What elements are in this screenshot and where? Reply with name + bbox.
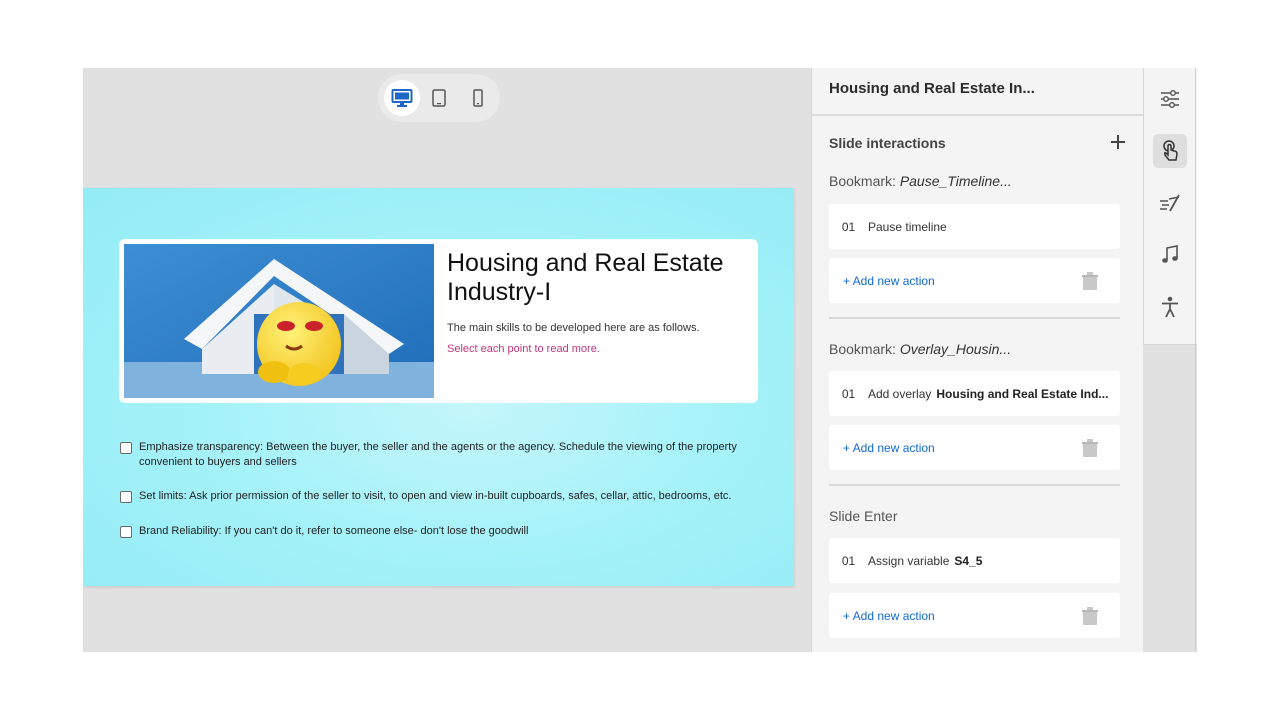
- checklist-item[interactable]: Set limits: Ask prior permission of the …: [120, 489, 760, 504]
- audio-button[interactable]: [1153, 238, 1187, 272]
- section-title: Slide interactions: [829, 135, 946, 151]
- add-new-action-link[interactable]: + Add new action: [843, 274, 935, 288]
- checklist-text: Set limits: Ask prior permission of the …: [139, 490, 732, 502]
- action-row[interactable]: 01 Pause timeline: [829, 204, 1120, 249]
- interactions-touch-icon: [1163, 140, 1178, 161]
- action-number: 01: [841, 219, 856, 234]
- checklist-item[interactable]: Brand Reliability: If you can't do it, r…: [120, 524, 760, 539]
- divider: [829, 484, 1120, 486]
- checkbox[interactable]: [120, 526, 132, 538]
- desktop-view-button[interactable]: [384, 80, 420, 116]
- bookmark-label: Bookmark: Overlay_Housin...: [829, 341, 1012, 357]
- add-action-row[interactable]: + Add new action: [829, 258, 1120, 303]
- checklist-item[interactable]: Emphasize transparency: Between the buye…: [120, 440, 760, 470]
- checklist-text: Brand Reliability: If you can't do it, r…: [139, 525, 529, 537]
- interactions-button[interactable]: [1153, 134, 1187, 168]
- mobile-view-button[interactable]: [460, 80, 496, 116]
- properties-sliders-icon: [1161, 90, 1179, 108]
- action-number: 01: [841, 386, 856, 401]
- animation-button[interactable]: [1153, 186, 1187, 220]
- action-label: Assign variable: [868, 553, 950, 568]
- trash-icon[interactable]: [1082, 439, 1098, 457]
- action-row[interactable]: 01 Add overlay Housing and Real Estate I…: [829, 371, 1120, 416]
- icon-rail: [1143, 68, 1197, 345]
- plus-icon: [1111, 135, 1125, 149]
- window-edge: [1195, 68, 1196, 652]
- accessibility-button[interactable]: [1153, 290, 1187, 324]
- trash-icon[interactable]: [1082, 607, 1098, 625]
- device-switcher: [378, 74, 500, 122]
- divider: [812, 114, 1143, 116]
- variable-name: S4_5: [954, 553, 983, 568]
- audio-icon: [1162, 245, 1178, 263]
- checkbox[interactable]: [120, 491, 132, 503]
- action-label: Add overlay: [868, 386, 932, 401]
- intro-card: Housing and Real Estate Industry-I The m…: [119, 239, 758, 403]
- accessibility-icon: [1162, 296, 1178, 318]
- animation-icon: [1160, 194, 1180, 212]
- action-label: Pause timeline: [868, 219, 947, 234]
- tablet-icon: [432, 89, 446, 107]
- properties-button[interactable]: [1153, 82, 1187, 116]
- tablet-view-button[interactable]: [421, 80, 457, 116]
- editor-window: Housing and Real Estate Industry-I The m…: [83, 68, 1197, 652]
- trigger-label: Slide Enter: [829, 508, 898, 524]
- slide-canvas[interactable]: Housing and Real Estate Industry-I The m…: [83, 188, 794, 586]
- slide-description: The main skills to be developed here are…: [447, 322, 700, 334]
- add-interaction-button[interactable]: [1109, 133, 1127, 151]
- interactions-panel: Housing and Real Estate In... Slide inte…: [811, 68, 1143, 652]
- checkbox[interactable]: [120, 442, 132, 454]
- slide-title: Housing and Real Estate Industry-I: [447, 249, 724, 306]
- bookmark-label: Bookmark: Pause_Timeline...: [829, 173, 1012, 189]
- add-new-action-link[interactable]: + Add new action: [843, 441, 935, 455]
- panel-title: Housing and Real Estate In...: [829, 80, 1035, 97]
- desktop-icon: [391, 89, 413, 107]
- house-emoji-image: [124, 244, 434, 398]
- slide-hint: Select each point to read more.: [447, 343, 600, 355]
- checklist-text: Emphasize transparency: Between the buye…: [139, 441, 737, 468]
- add-action-row[interactable]: + Add new action: [829, 593, 1120, 638]
- add-action-row[interactable]: + Add new action: [829, 425, 1120, 470]
- trash-icon[interactable]: [1082, 272, 1098, 290]
- action-target: Housing and Real Estate Ind...: [936, 386, 1109, 401]
- action-row[interactable]: 01 Assign variable S4_5: [829, 538, 1120, 583]
- add-new-action-link[interactable]: + Add new action: [843, 609, 935, 623]
- mobile-icon: [473, 89, 483, 107]
- divider: [829, 317, 1120, 319]
- action-number: 01: [841, 553, 856, 568]
